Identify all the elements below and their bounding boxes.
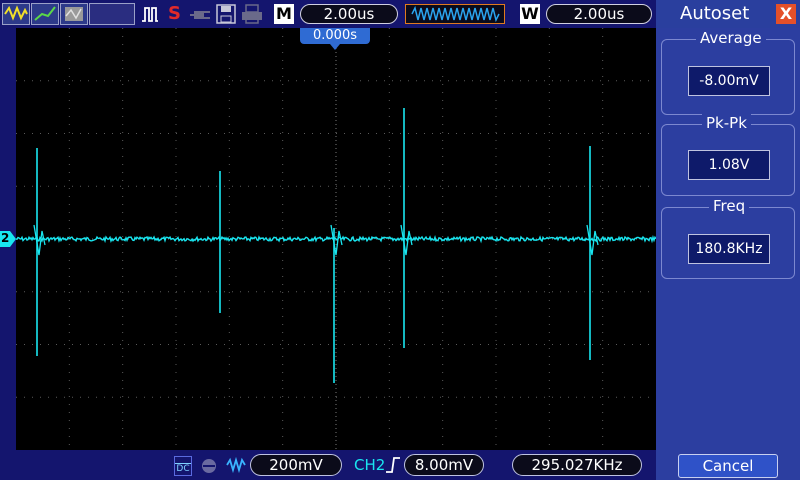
bandwidth-limit-icon <box>200 457 218 479</box>
measure-label-average: Average <box>696 29 766 47</box>
trigger-position-tag: 0.000s <box>300 28 370 44</box>
plug-icon <box>190 7 212 26</box>
close-button[interactable]: X <box>776 4 796 24</box>
measure-value-freq: 180.8KHz <box>688 234 770 264</box>
print-icon[interactable] <box>241 4 263 28</box>
window-timebase-display[interactable]: 2.00us <box>546 4 652 24</box>
close-icon: X <box>779 4 793 23</box>
measure-label-pkpk: Pk-Pk <box>702 114 751 132</box>
memory-label: M <box>274 4 294 24</box>
window-label: W <box>520 4 540 24</box>
waveform-yellow-icon[interactable] <box>2 3 30 25</box>
scope-graticule <box>16 28 656 450</box>
timebase-display[interactable]: 2.00us <box>300 4 398 24</box>
panel-title: Autoset <box>680 3 750 24</box>
waveform-display[interactable] <box>16 28 656 450</box>
run-state[interactable]: S <box>168 3 181 24</box>
bottom-status-bar: DC 200mV CH2 8.00mV 295.027KHz <box>0 450 656 480</box>
cancel-button[interactable]: Cancel <box>678 454 778 478</box>
memory-depth-bar[interactable] <box>405 4 505 24</box>
autoset-panel-header: Autoset X <box>656 0 800 28</box>
top-toolbar: S M 2.00us W 2.00us <box>0 0 656 28</box>
trigger-level-display[interactable]: 8.00mV <box>404 454 484 476</box>
frequency-counter-display: 295.027KHz <box>512 454 642 476</box>
waveform-gray-icon[interactable] <box>60 3 88 25</box>
coupling-indicator[interactable]: DC <box>174 456 192 476</box>
coupling-label: DC <box>176 464 190 474</box>
measure-value-average: -8.00mV <box>688 66 770 96</box>
trigger-position-arrow <box>330 44 340 50</box>
waveform-green-icon[interactable] <box>31 3 59 25</box>
blank-slot <box>89 3 135 25</box>
measure-label-freq: Freq <box>709 197 750 215</box>
save-icon[interactable] <box>216 4 236 28</box>
ac-icon <box>226 456 246 477</box>
trigger-source[interactable]: CH2 <box>354 456 385 474</box>
pulse-icon <box>141 5 159 27</box>
measure-value-pkpk: 1.08V <box>688 150 770 180</box>
channel-2-marker-label: 2 <box>1 231 10 245</box>
volts-per-div-display[interactable]: 200mV <box>250 454 342 476</box>
channel-2-marker[interactable]: 2 <box>0 231 16 247</box>
trigger-edge-icon <box>384 456 402 478</box>
